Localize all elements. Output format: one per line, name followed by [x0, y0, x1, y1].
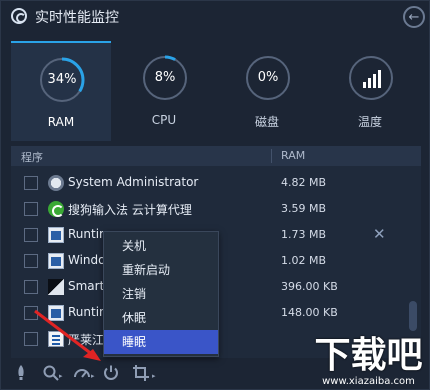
process-ram: 148.00 KB [281, 306, 338, 319]
process-ram: 1.02 MB [281, 254, 327, 267]
process-ram: 396.00 KB [281, 280, 338, 293]
disk-label: 磁盘 [254, 115, 279, 129]
crop-dropdown-arrow-icon[interactable]: ▸ [152, 372, 156, 380]
window-icon [48, 253, 64, 269]
speed-dropdown-arrow-icon[interactable]: ▸ [91, 372, 95, 380]
app-title: 实时性能监控 [35, 10, 119, 26]
row-checkbox[interactable] [24, 228, 38, 242]
back-button[interactable]: ← [403, 6, 425, 28]
process-ram: 4.82 MB [281, 176, 327, 189]
cpu-label: CPU [151, 113, 177, 127]
app-logo-icon [11, 8, 27, 24]
temperature-label: 温度 [357, 115, 382, 129]
watermark-title: 下载吧 [314, 335, 423, 376]
crop-icon[interactable] [132, 364, 150, 382]
ram-gauge: 34% [39, 57, 85, 103]
table-row[interactable]: 搜狗输入法 云计算代理 3.59 MB [11, 196, 411, 222]
row-checkbox[interactable] [24, 176, 38, 190]
annotation-arrow-icon [34, 309, 101, 361]
process-name: Windo [68, 253, 106, 267]
admin-icon [48, 175, 64, 191]
cpu-gauge: 8% [142, 55, 188, 101]
column-divider [271, 149, 272, 163]
menu-item-sleep[interactable]: 睡眠 [104, 330, 218, 354]
process-name: System Administrator [68, 175, 199, 189]
menu-item-hibernate[interactable]: 休眠 [104, 306, 218, 330]
rocket-icon[interactable] [12, 364, 30, 382]
watermark-url: www.xiazaiba.com [322, 376, 415, 387]
column-header-program[interactable]: 程序 [21, 149, 43, 165]
gauge-tabs: 34% RAM 8% CPU 0% 磁盘 温度 [11, 41, 421, 141]
search-dropdown-arrow-icon[interactable]: ▸ [59, 372, 63, 380]
ram-value: 34% [47, 72, 77, 87]
bar-chart-icon [349, 56, 393, 100]
scrollbar-thumb[interactable] [409, 301, 417, 331]
table-header: 程序 RAM [11, 146, 421, 166]
column-header-ram[interactable]: RAM [281, 149, 305, 162]
menu-item-restart[interactable]: 重新启动 [104, 258, 218, 282]
title-bar: 实时性能监控 ← [1, 1, 430, 33]
sogou-icon [48, 201, 64, 217]
tab-disk[interactable]: 0% 磁盘 [217, 41, 317, 141]
power-context-menu: 关机 重新启动 注销 休眠 睡眠 [103, 231, 219, 357]
temperature-gauge [348, 55, 394, 101]
process-name: 搜狗输入法 云计算代理 [68, 203, 192, 217]
disk-value: 0% [257, 70, 279, 85]
ram-label: RAM [47, 115, 75, 129]
tab-ram[interactable]: 34% RAM [11, 41, 111, 141]
row-checkbox[interactable] [24, 254, 38, 268]
disk-gauge: 0% [245, 55, 291, 101]
tab-temperature[interactable]: 温度 [320, 41, 420, 141]
watermark: 下载吧 www.xiazaiba.com [306, 334, 430, 390]
smart-icon [48, 279, 64, 295]
tab-cpu[interactable]: 8% CPU [114, 41, 214, 141]
close-icon[interactable]: ✕ [373, 225, 386, 243]
table-row[interactable]: System Administrator 4.82 MB [11, 170, 411, 196]
row-checkbox[interactable] [24, 202, 38, 216]
process-ram: 3.59 MB [281, 202, 327, 215]
process-ram: 1.73 MB [281, 228, 327, 241]
menu-item-shutdown[interactable]: 关机 [104, 234, 218, 258]
row-checkbox[interactable] [24, 280, 38, 294]
app-window: 实时性能监控 ← 34% RAM 8% CPU 0% 磁盘 温度 程序 RAM … [0, 0, 430, 390]
cpu-value: 8% [154, 70, 176, 85]
window-icon [48, 227, 64, 243]
menu-item-logoff[interactable]: 注销 [104, 282, 218, 306]
